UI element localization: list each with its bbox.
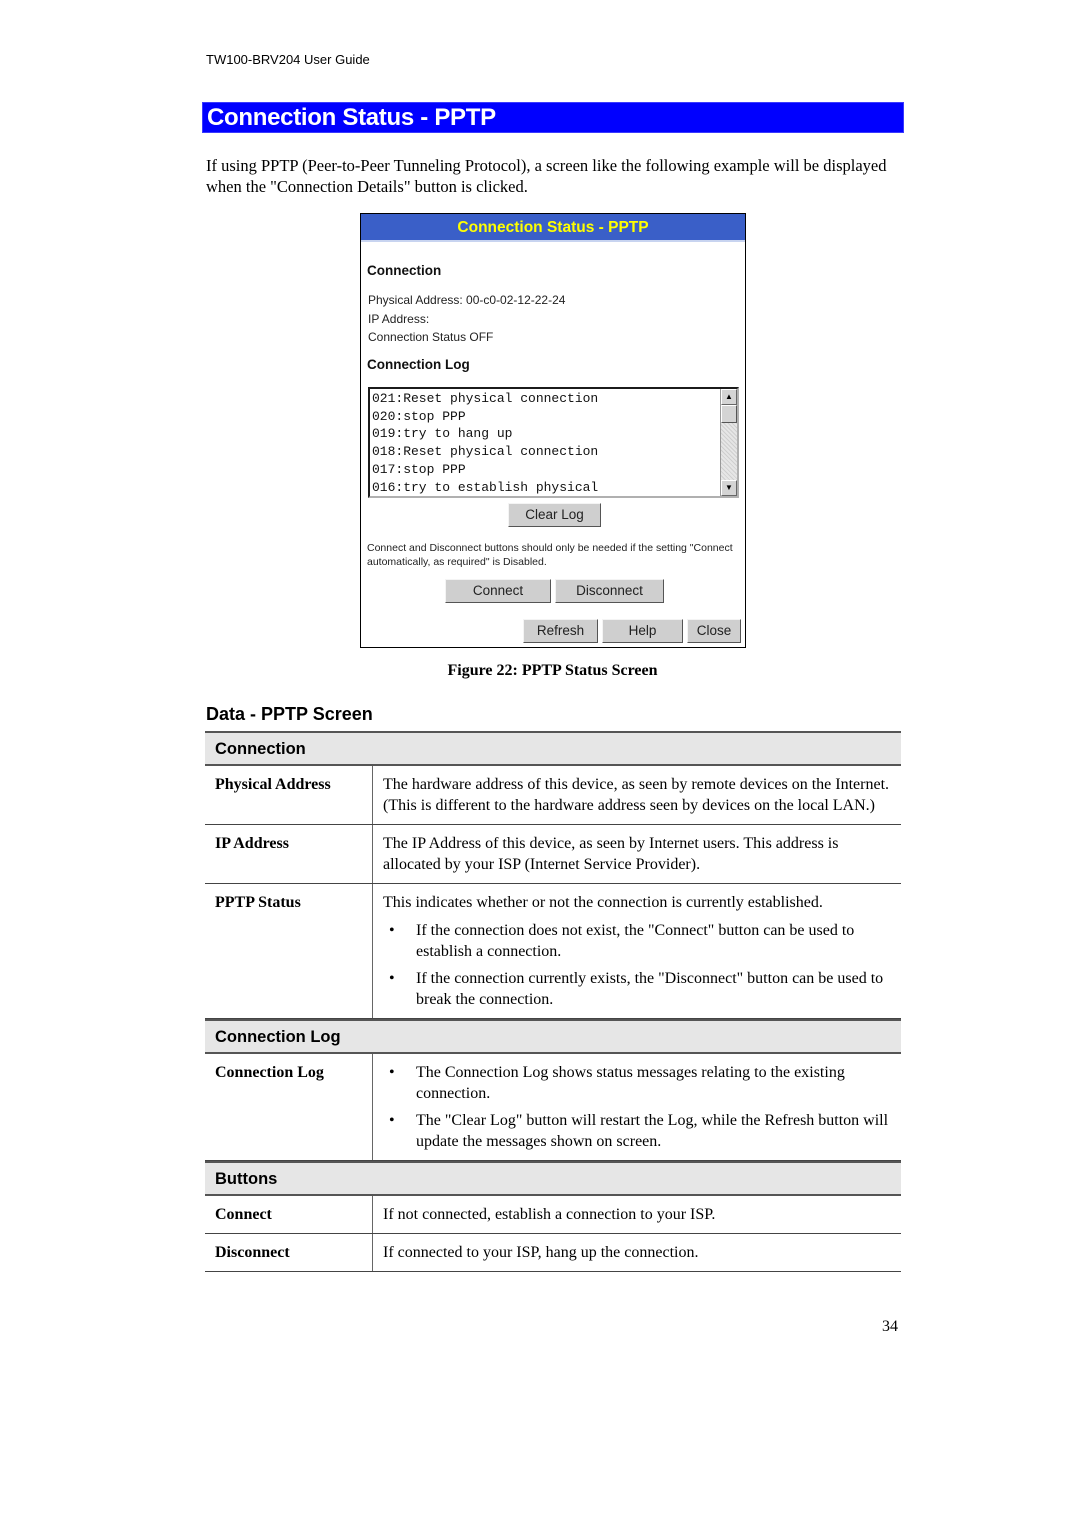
bullet-item: • If the connection currently exists, the… bbox=[383, 968, 891, 1010]
bullet-text: The "Clear Log" button will restart the … bbox=[416, 1112, 889, 1150]
help-button[interactable]: Help bbox=[602, 619, 683, 643]
data-table: Connection Physical Address The hardware a… bbox=[205, 731, 901, 1272]
scroll-down-arrow-icon[interactable]: ▼ bbox=[721, 480, 737, 496]
log-scrollbar[interactable]: ▲ ▼ bbox=[720, 389, 737, 496]
row-description: • The Connection Log shows status message… bbox=[373, 1054, 901, 1160]
row-description: The IP Address of this device, as seen b… bbox=[373, 825, 901, 883]
log-lines: 021:Reset physical connection 020:stop PP… bbox=[372, 390, 598, 496]
refresh-button[interactable]: Refresh bbox=[523, 619, 598, 643]
row-description: If not connected, establish a connection… bbox=[373, 1196, 901, 1233]
log-line: 017:stop PPP bbox=[372, 461, 466, 477]
clear-log-button[interactable]: Clear Log bbox=[508, 503, 601, 527]
bullet-list: • If the connection does not exist, the "… bbox=[383, 920, 891, 1010]
bullet-icon: • bbox=[389, 922, 395, 939]
table-row: Connection Log • The Connection Log shows … bbox=[205, 1054, 901, 1161]
bullet-text: If the connection does not exist, the "C… bbox=[416, 922, 855, 960]
running-header: TW100-BRV204 User Guide bbox=[206, 52, 370, 67]
scroll-thumb[interactable] bbox=[721, 405, 737, 423]
row-label: IP Address bbox=[205, 825, 373, 883]
table-group-heading: Buttons bbox=[205, 1161, 901, 1196]
bullet-icon: • bbox=[389, 1064, 395, 1081]
description-text: If connected to your ISP, hang up the co… bbox=[383, 1244, 699, 1261]
close-button[interactable]: Close bbox=[687, 619, 741, 643]
log-line: 018:Reset physical connection bbox=[372, 444, 599, 460]
table-row: PPTP Status This indicates whether or not… bbox=[205, 884, 901, 1019]
row-label: PPTP Status bbox=[205, 884, 373, 1018]
table-group-heading: Connection bbox=[205, 731, 901, 766]
pptp-status-screenshot: Connection Status - PPTP Connection Phys… bbox=[360, 213, 746, 648]
log-line: 020:stop PPP bbox=[372, 408, 466, 424]
connection-status-line: Connection Status OFF bbox=[368, 330, 494, 344]
bullet-list: • The Connection Log shows status message… bbox=[383, 1062, 891, 1152]
log-line: 019:try to hang up bbox=[372, 426, 513, 442]
ip-address-line: IP Address: bbox=[368, 312, 430, 326]
description-text: If not connected, establish a connection… bbox=[383, 1206, 716, 1223]
row-description: The hardware address of this device, as … bbox=[373, 766, 901, 824]
bullet-icon: • bbox=[389, 1112, 395, 1129]
data-subheading: Data - PPTP Screen bbox=[206, 704, 373, 724]
connect-button[interactable]: Connect bbox=[445, 579, 551, 603]
connection-log-heading: Connection Log bbox=[367, 357, 470, 372]
bullet-text: If the connection currently exists, the … bbox=[416, 970, 884, 1008]
table-row: IP Address The IP Address of this device,… bbox=[205, 825, 901, 884]
row-label: Connect bbox=[205, 1196, 373, 1233]
row-description: If connected to your ISP, hang up the co… bbox=[373, 1234, 901, 1271]
section-title: Connection Status - PPTP bbox=[207, 104, 496, 131]
physical-address-line: Physical Address: 00-c0-02-12-22-24 bbox=[368, 293, 566, 307]
description-text: This indicates whether or not the connec… bbox=[383, 894, 823, 911]
log-line: 021:Reset physical connection bbox=[372, 391, 599, 406]
scroll-up-arrow-icon[interactable]: ▲ bbox=[721, 389, 737, 405]
screenshot-title: Connection Status - PPTP bbox=[361, 214, 745, 242]
row-label: Disconnect bbox=[205, 1234, 373, 1271]
disconnect-button[interactable]: Disconnect bbox=[555, 579, 664, 603]
row-description: This indicates whether or not the connec… bbox=[373, 884, 901, 1018]
bullet-icon: • bbox=[389, 970, 395, 987]
page-number: 34 bbox=[882, 1318, 898, 1335]
description-text: The hardware address of this device, as … bbox=[383, 776, 890, 814]
table-group-heading: Connection Log bbox=[205, 1019, 901, 1054]
table-row: Physical Address The hardware address of … bbox=[205, 766, 901, 825]
row-label: Physical Address bbox=[205, 766, 373, 824]
table-row: Connect If not connected, establish a con… bbox=[205, 1196, 901, 1234]
connect-note: Connect and Disconnect buttons should on… bbox=[367, 542, 733, 568]
section-title-bar: Connection Status - PPTP bbox=[202, 102, 904, 133]
log-line: 016:try to establish physical bbox=[372, 479, 599, 495]
row-label: Connection Log bbox=[205, 1054, 373, 1160]
figure-caption: Figure 22: PPTP Status Screen bbox=[447, 662, 658, 679]
bullet-item: • If the connection does not exist, the "… bbox=[383, 920, 891, 962]
connection-heading: Connection bbox=[367, 263, 442, 278]
bullet-item: • The "Clear Log" button will restart the… bbox=[383, 1110, 891, 1152]
bullet-text: The Connection Log shows status messages… bbox=[416, 1064, 845, 1102]
description-text: The IP Address of this device, as seen b… bbox=[383, 835, 839, 873]
intro-paragraph: If using PPTP (Peer-to-Peer Tunneling Pr… bbox=[206, 156, 887, 196]
connection-log-textarea[interactable]: 021:Reset physical connection 020:stop PP… bbox=[368, 387, 739, 498]
bullet-item: • The Connection Log shows status message… bbox=[383, 1062, 891, 1104]
table-row: Disconnect If connected to your ISP, hang… bbox=[205, 1234, 901, 1272]
